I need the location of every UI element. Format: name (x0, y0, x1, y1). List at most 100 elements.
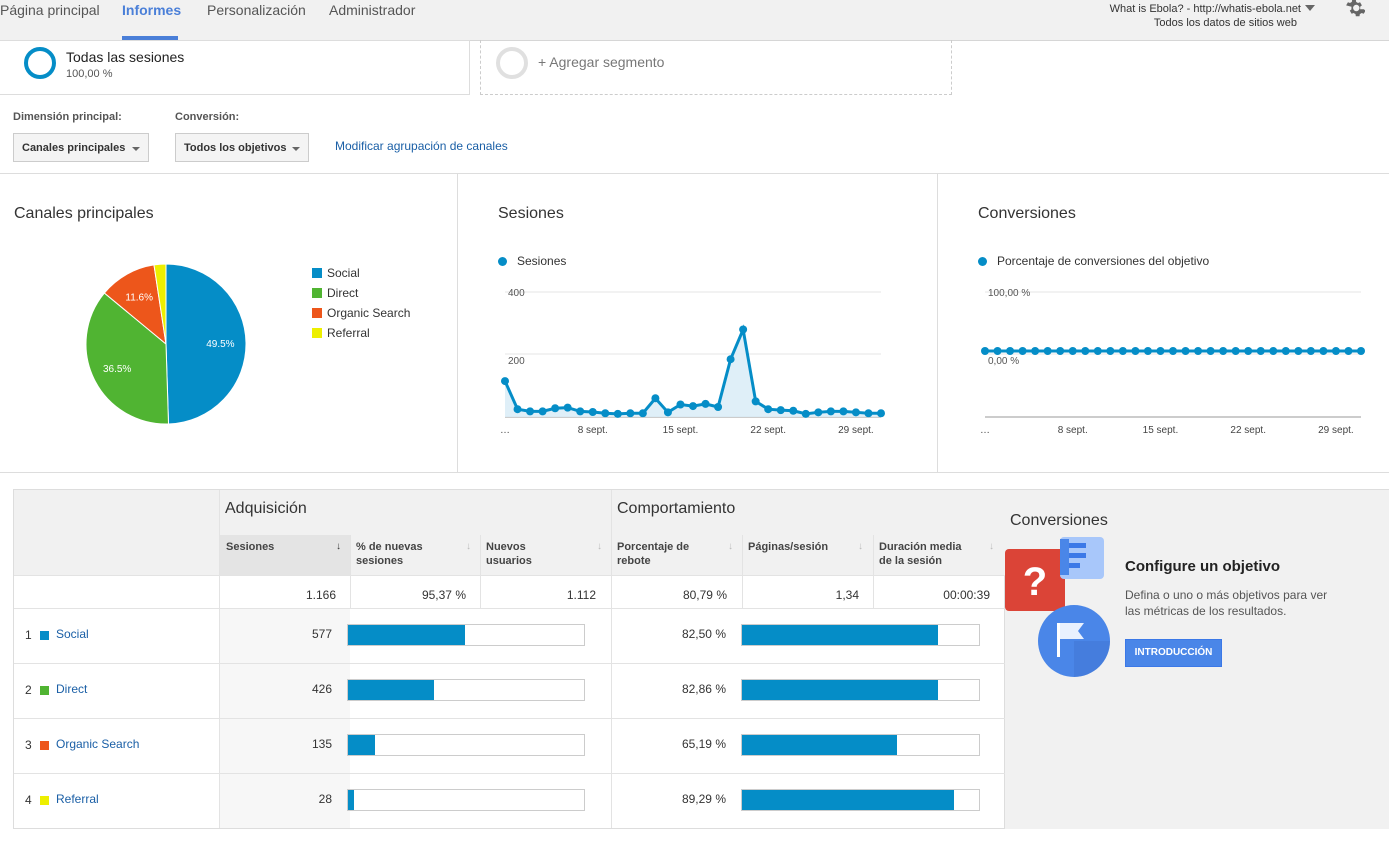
conversions-chart-title: Conversiones (978, 205, 1076, 222)
series-dot-icon (978, 257, 987, 266)
svg-text:?: ? (1023, 560, 1047, 604)
channel-color-swatch (40, 631, 49, 640)
data-point (726, 355, 735, 364)
tab-home[interactable]: Página principal (0, 2, 100, 18)
x-tick-label: 29 sept. (838, 425, 874, 436)
data-point (626, 409, 635, 418)
divider (14, 575, 1005, 576)
sort-icon[interactable]: ↓ (858, 541, 863, 552)
data-point (588, 408, 597, 416)
legend-swatch-organic (312, 308, 322, 318)
col-header-sessions[interactable]: Sesiones (226, 540, 274, 554)
channel-link[interactable]: Organic Search (56, 737, 139, 751)
divider (219, 490, 220, 828)
legend-item-organic-search[interactable]: Organic Search (327, 306, 410, 320)
data-point (1306, 347, 1315, 355)
sessions-share-bar-fill (348, 625, 465, 645)
tab-reports[interactable]: Informes (122, 2, 181, 18)
col-header-pages-per-session[interactable]: Páginas/sesión (748, 540, 828, 554)
account-property-name[interactable]: What is Ebola? - http://whatis-ebola.net (1110, 3, 1301, 15)
introduction-button[interactable]: INTRODUCCIÓN (1125, 639, 1222, 667)
account-dropdown-icon[interactable] (1305, 5, 1315, 11)
gear-icon[interactable] (1343, 0, 1365, 19)
pie-slice-label: 11.6% (125, 293, 153, 304)
conversions-legend[interactable]: Porcentaje de conversiones del objetivo (997, 254, 1209, 268)
series-dot-icon (498, 257, 507, 266)
data-point (1194, 347, 1203, 355)
sessions-legend[interactable]: Sesiones (517, 254, 566, 268)
divider (14, 608, 1005, 609)
col-header-bounce-rate[interactable]: Porcentaje de rebote (617, 540, 689, 568)
conversions-line-chart[interactable]: 100,00 % 0,00 % … 8 sept. 15 sept. 22 sept. 29… (975, 280, 1370, 440)
x-tick-label: 22 sept. (750, 425, 786, 436)
data-point (1169, 347, 1177, 355)
channel-link[interactable]: Direct (56, 682, 87, 696)
row-bounce-value: 65,19 % (681, 737, 726, 751)
data-point (851, 408, 860, 417)
table-header-blank (14, 490, 220, 575)
sessions-share-bar (347, 734, 585, 756)
y-tick-label: 0,00 % (988, 356, 1019, 367)
sessions-line-chart[interactable]: 400 200 … 8 sept. 15 sept. 22 sept. 29 sept. (495, 280, 890, 440)
bounce-rate-bar-fill (742, 680, 939, 700)
modify-channel-grouping-link[interactable]: Modificar agrupación de canales (335, 139, 508, 153)
legend-item-referral[interactable]: Referral (327, 326, 370, 340)
legend-swatch-direct (312, 288, 322, 298)
bounce-rate-bar-fill (742, 735, 897, 755)
dimension-select[interactable]: Canales principales (13, 133, 149, 162)
col-header-new-sessions-pct[interactable]: % de nuevas sesiones (356, 540, 423, 568)
channel-link[interactable]: Referral (56, 792, 99, 806)
sort-icon[interactable]: ↓ (989, 541, 994, 552)
channel-link[interactable]: Social (56, 627, 89, 641)
sessions-chart-title: Sesiones (498, 205, 564, 222)
panel-separator (937, 173, 938, 473)
data-point (1118, 347, 1127, 355)
data-point (1156, 347, 1165, 355)
divider (14, 718, 1005, 719)
chevron-down-icon (132, 147, 140, 151)
sessions-share-bar (347, 679, 585, 701)
conversion-select[interactable]: Todos los objetivos (175, 133, 309, 162)
row-bounce-value: 82,86 % (681, 682, 726, 696)
col-header-new-users[interactable]: Nuevos usuarios (486, 540, 532, 568)
sessions-share-bar-fill (348, 790, 354, 810)
sort-icon[interactable]: ↓ (466, 541, 471, 552)
legend-item-direct[interactable]: Direct (327, 286, 358, 300)
sort-active-icon[interactable]: ↓ (336, 541, 341, 552)
row-sessions-value: 135 (311, 737, 332, 751)
tab-customization[interactable]: Personalización (207, 2, 306, 18)
legend-swatch-referral (312, 328, 322, 338)
data-point (551, 404, 560, 413)
data-point (1018, 347, 1027, 355)
x-tick-label: 8 sept. (1058, 425, 1088, 436)
legend-item-social[interactable]: Social (327, 266, 360, 280)
data-point (751, 397, 760, 406)
row-number: 1 (25, 628, 32, 642)
total-avg-session-duration: 00:00:39 (943, 588, 990, 602)
account-view-name[interactable]: Todos los datos de sitios web (1154, 17, 1297, 29)
data-point (1244, 347, 1253, 355)
sort-icon[interactable]: ↓ (728, 541, 733, 552)
pie-chart[interactable]: 49.5% 36.5% 11.6% (80, 258, 250, 428)
group-header-acquisition: Adquisición (225, 500, 307, 517)
series-line (503, 324, 881, 416)
tab-admin[interactable]: Administrador (329, 2, 415, 18)
panel-divider (0, 472, 1389, 473)
segment-title: Todas las sesiones (66, 49, 185, 65)
data-point (864, 409, 873, 418)
dimension-label: Dimensión principal: (13, 111, 122, 123)
chevron-down-icon (292, 147, 300, 151)
data-point (1106, 347, 1115, 355)
data-point (764, 405, 773, 414)
data-point (981, 347, 989, 355)
total-new-users: 1.112 (566, 588, 596, 602)
col-header-avg-session-duration[interactable]: Duración media de la sesión (879, 540, 962, 568)
row-sessions-value: 426 (311, 682, 332, 696)
sessions-share-bar-fill (348, 735, 376, 755)
data-point (1181, 347, 1190, 355)
data-point (651, 394, 660, 403)
add-segment-button[interactable]: + Agregar segmento (538, 54, 664, 70)
data-point (563, 403, 572, 412)
bounce-rate-bar-fill (742, 790, 954, 810)
sort-icon[interactable]: ↓ (597, 541, 602, 552)
